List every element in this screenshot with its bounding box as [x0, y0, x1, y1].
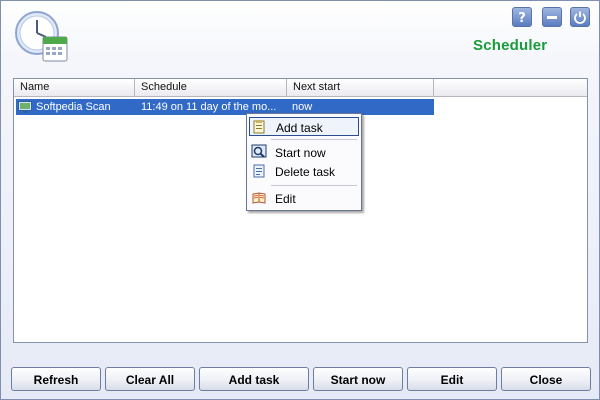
menu-separator [271, 139, 357, 140]
column-header-schedule[interactable]: Schedule [135, 79, 287, 97]
page-title: Scheduler [473, 37, 548, 54]
start-now-button[interactable]: Start now [313, 367, 403, 391]
context-menu: Add task Start now Delete task Edit [246, 113, 362, 211]
start-now-icon [251, 144, 267, 160]
edit-icon [251, 190, 267, 206]
power-icon [574, 11, 586, 24]
help-icon: ? [518, 11, 526, 24]
add-task-icon [252, 119, 268, 135]
menu-item-edit[interactable]: Edit [249, 189, 359, 208]
refresh-button[interactable]: Refresh [11, 367, 101, 391]
menu-item-label: Delete task [275, 165, 336, 179]
menu-separator [271, 185, 357, 186]
menu-item-start-now[interactable]: Start now [249, 143, 359, 162]
row-schedule: 11:49 on 11 day of the mo... [141, 101, 277, 113]
scan-task-icon [18, 100, 34, 114]
table-row[interactable]: Softpedia Scan 11:49 on 11 day of the mo… [16, 99, 434, 115]
column-header-next-start[interactable]: Next start [287, 79, 434, 97]
clear-all-button[interactable]: Clear All [105, 367, 195, 391]
menu-item-label: Start now [275, 146, 326, 160]
clock-calendar-icon [13, 9, 71, 65]
close-button[interactable]: Close [501, 367, 591, 391]
edit-button[interactable]: Edit [407, 367, 497, 391]
minimize-icon [547, 16, 557, 19]
menu-item-delete-task[interactable]: Delete task [249, 162, 359, 181]
menu-item-label: Edit [275, 192, 296, 206]
power-button[interactable] [570, 7, 590, 27]
delete-task-icon [251, 163, 267, 179]
scheduler-window: ? Scheduler Name Schedule Next start Sof… [0, 0, 600, 400]
column-header-filler [434, 79, 587, 97]
menu-item-add-task[interactable]: Add task [249, 117, 359, 136]
row-name: Softpedia Scan [36, 101, 111, 113]
menu-item-label: Add task [276, 121, 323, 135]
svg-text:?: ? [518, 11, 526, 24]
column-header-name[interactable]: Name [14, 79, 135, 97]
add-task-button[interactable]: Add task [199, 367, 309, 391]
minimize-button[interactable] [542, 7, 562, 27]
list-header: Name Schedule Next start [14, 79, 587, 97]
help-button[interactable]: ? [512, 7, 532, 27]
row-next-start: now [292, 101, 313, 113]
